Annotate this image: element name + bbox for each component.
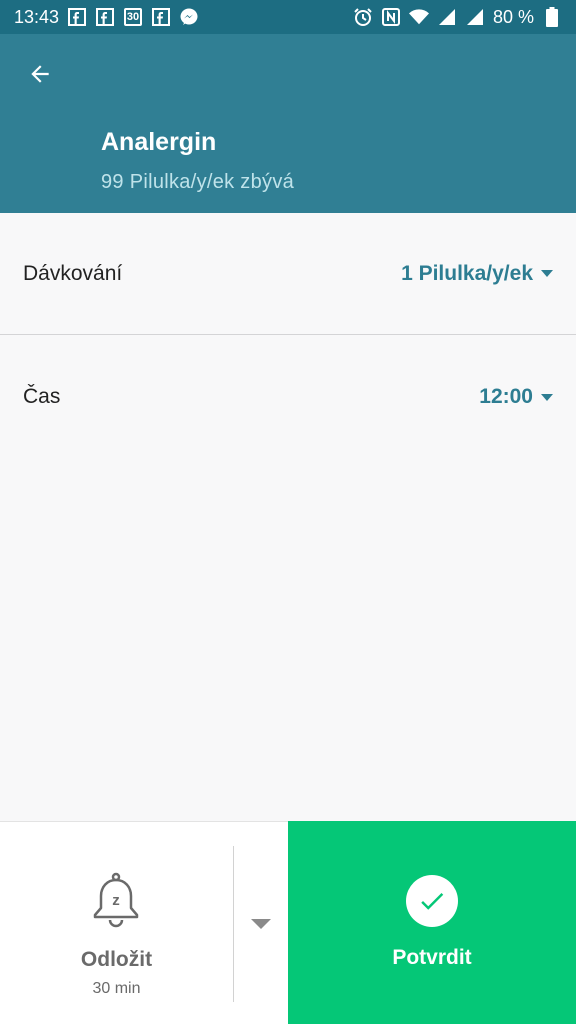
confirm-button[interactable]: Potvrdit (288, 821, 576, 1024)
snooze-label: Odložit (80, 948, 153, 971)
action-bar: z Odložit 30 min Potvrdit (0, 821, 576, 1024)
status-bar: 13:43 30 80 % (0, 0, 576, 34)
messenger-icon (179, 7, 199, 27)
page-title: Analergin (101, 128, 217, 156)
signal-icon (437, 7, 457, 27)
dosage-row: Dávkování 1 Pilulka/y/ek (0, 213, 576, 334)
time-value: 12:00 (479, 385, 533, 408)
nfc-icon (381, 7, 401, 27)
confirm-label: Potvrdit (392, 946, 472, 969)
back-button[interactable] (18, 54, 62, 94)
snooze-duration: 30 min (92, 980, 141, 997)
header: Analergin 99 Pilulka/y/ek zbývá (0, 34, 576, 213)
caret-down-icon (541, 393, 553, 401)
battery-percent: 80 % (492, 6, 534, 27)
caret-down-icon (541, 270, 553, 277)
snooze-bell-letter: z (112, 892, 120, 909)
dosage-value: 1 Pilulka/y/ek (401, 261, 533, 285)
check-circle-icon (406, 875, 458, 927)
snooze-options-button[interactable] (234, 822, 288, 1024)
dosage-label: Dávkování (23, 261, 123, 285)
time-row: Čas 12:00 (0, 335, 576, 459)
snooze-bell-icon: z (93, 872, 139, 928)
wifi-icon (408, 7, 429, 27)
time-label: Čas (23, 385, 61, 408)
pills-remaining: 99 Pilulka/y/ek zbývá (101, 171, 295, 193)
check-icon (421, 893, 444, 910)
facebook-icon (95, 7, 115, 27)
arrow-left-icon (31, 65, 49, 83)
snooze-panel: z Odložit 30 min (0, 821, 288, 1024)
triangle-down-icon (251, 918, 271, 929)
status-time: 13:43 (14, 6, 60, 27)
content: Dávkování 1 Pilulka/y/ek Čas 12:00 (0, 213, 576, 821)
signal-icon (465, 7, 485, 27)
dosage-dropdown[interactable]: 1 Pilulka/y/ek (401, 262, 553, 286)
facebook-icon (151, 7, 171, 27)
snooze-button[interactable]: z Odložit 30 min (0, 822, 233, 1024)
battery-icon (542, 7, 562, 27)
time-dropdown[interactable]: 12:00 (479, 385, 553, 409)
calendar-icon: 30 (123, 7, 143, 27)
alarm-icon (353, 7, 373, 27)
facebook-icon (67, 7, 87, 27)
